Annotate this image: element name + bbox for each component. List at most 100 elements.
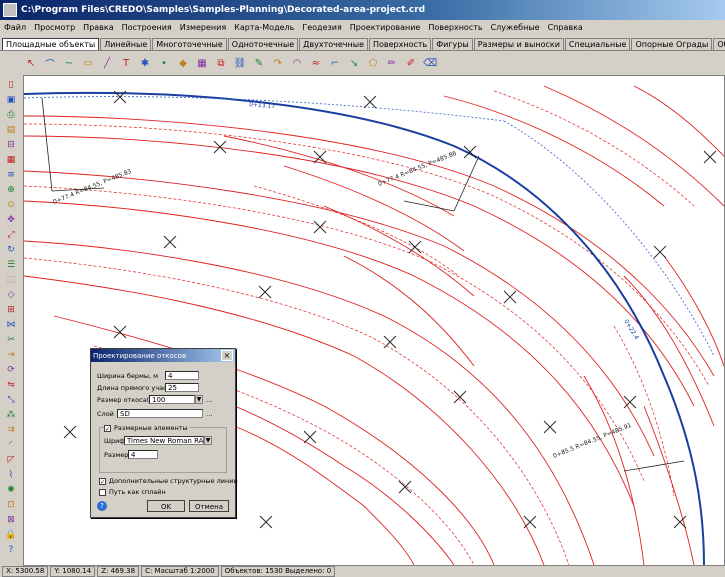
hatch-icon[interactable]: ▦ [195, 56, 209, 70]
measure-icon[interactable]: ⊟ [4, 138, 18, 151]
pen-icon[interactable]: ✎ [252, 56, 266, 70]
interval-input[interactable]: 25 [165, 383, 199, 392]
copy-icon[interactable]: ⧉ [214, 56, 228, 70]
polyline-icon[interactable]: ⌒ [43, 56, 57, 71]
slope-size-label: Размер откоса(ед), м [97, 395, 149, 404]
font-select[interactable]: Times New Roman RAI [124, 436, 204, 445]
break-icon[interactable]: ⌇ [4, 468, 18, 481]
size-input[interactable]: 4 [128, 450, 158, 459]
menu-item[interactable]: Карта-Модель [234, 23, 294, 32]
ungroup-icon[interactable]: ⊠ [4, 513, 18, 526]
fillet-icon[interactable]: ◜ [4, 438, 18, 451]
extend-icon[interactable]: ⇥ [4, 348, 18, 361]
tab-9[interactable]: Опорные Ограды [631, 38, 713, 50]
tab-8[interactable]: Специальные [564, 38, 631, 50]
menu-item[interactable]: Просмотр [34, 23, 75, 32]
new-icon[interactable]: ▯ [4, 78, 18, 91]
tab-6[interactable]: Фигуры [432, 38, 473, 50]
polygon-icon[interactable]: ⬠ [366, 56, 380, 70]
lock-icon[interactable]: 🔒 [4, 528, 18, 541]
explode-icon[interactable]: ✺ [4, 483, 18, 496]
tab-0[interactable]: Площадные объекты [2, 38, 100, 50]
fit-icon[interactable]: ⤢ [4, 228, 18, 241]
menu-item[interactable]: Поверхность [428, 23, 482, 32]
insert-icon[interactable]: ⊞ [4, 303, 18, 316]
open-icon[interactable]: ▤ [4, 123, 18, 136]
chainage-label: 0+77.4 R=84.55, P=485.83 [52, 168, 133, 206]
eraser-icon[interactable]: ⌫ [423, 56, 437, 70]
leader-icon[interactable]: ↘ [347, 56, 361, 70]
join-icon[interactable]: ⋈ [4, 318, 18, 331]
offset-icon[interactable]: ⇉ [4, 423, 18, 436]
snap-icon[interactable]: ⊕ [4, 183, 18, 196]
as-spline-checkbox[interactable] [99, 488, 106, 496]
menu-item[interactable]: Правка [83, 23, 113, 32]
help-icon[interactable]: ? [97, 501, 107, 511]
menu-item[interactable]: Геодезия [302, 23, 341, 32]
rectangle-icon[interactable]: ▭ [81, 56, 95, 70]
text-icon[interactable]: T [119, 56, 133, 70]
print-icon[interactable]: ⎙ [4, 108, 18, 121]
pan-icon[interactable]: ✥ [4, 213, 18, 226]
menu-item[interactable]: Файл [4, 23, 26, 32]
edge-icon[interactable]: ⌐ [328, 56, 342, 70]
tab-10[interactable]: Объекты ЖД [713, 38, 725, 50]
group-icon[interactable]: ⊡ [4, 498, 18, 511]
zoom-icon[interactable]: ⊙ [4, 198, 18, 211]
berm-width-input[interactable]: 4 [165, 371, 199, 380]
props-icon[interactable]: ☰ [4, 258, 18, 271]
mirror-icon[interactable]: ⇋ [4, 378, 18, 391]
dimension-elements-checkbox[interactable]: ✓ [104, 424, 111, 433]
tab-7[interactable]: Размеры и выноски [473, 38, 564, 50]
bend-icon[interactable]: ↷ [271, 56, 285, 70]
menu-item[interactable]: Справка [548, 23, 583, 32]
dialog-close-button[interactable]: × [221, 350, 233, 361]
link-icon[interactable]: ⛓ [233, 56, 247, 70]
array-icon[interactable]: ⁂ [4, 408, 18, 421]
cancel-button[interactable]: Отмена [189, 500, 229, 512]
layers-icon[interactable]: ≡ [4, 168, 18, 181]
rotate-icon[interactable]: ⟳ [4, 363, 18, 376]
refresh-icon[interactable]: ↻ [4, 243, 18, 256]
pencil-icon[interactable]: ✐ [404, 56, 418, 70]
font-dropdown[interactable]: ▼ [204, 436, 212, 445]
fill-icon[interactable]: ◆ [176, 56, 190, 70]
tab-5[interactable]: Поверхность [369, 38, 432, 50]
arc-icon[interactable]: ◠ [290, 56, 304, 70]
node-icon[interactable]: ◇ [4, 288, 18, 301]
tab-1[interactable]: Линейные [100, 38, 152, 50]
menu-item[interactable]: Измерения [180, 23, 226, 32]
layer-more-icon[interactable]: … [206, 410, 213, 418]
sketch-icon[interactable]: ✏ [385, 56, 399, 70]
slope-size-more-icon[interactable]: … [206, 396, 213, 404]
slope-size-input[interactable]: 100 [149, 395, 195, 404]
point-icon[interactable]: • [157, 56, 171, 70]
spline-icon[interactable]: ≈ [309, 56, 323, 70]
save-icon[interactable]: ▣ [4, 93, 18, 106]
status-field: C: Масштаб 1:2000 [141, 566, 219, 577]
grid-icon[interactable]: ▦ [4, 153, 18, 166]
help-icon[interactable]: ? [4, 543, 18, 556]
tab-3[interactable]: Одноточечные [227, 38, 299, 50]
size-label: Размер [104, 450, 129, 459]
chamfer-icon[interactable]: ◸ [4, 453, 18, 466]
trim-icon[interactable]: ✂ [4, 333, 18, 346]
layer-input[interactable]: SD [117, 409, 203, 418]
pointer-icon[interactable]: ↖ [24, 56, 38, 70]
tab-2[interactable]: Многоточечные [152, 38, 227, 50]
tab-4[interactable]: Двухточечные [299, 38, 368, 50]
status-field: X: 5300.58 [2, 566, 49, 577]
menu-item[interactable]: Проектирование [350, 23, 421, 32]
extra-lines-checkbox[interactable]: ✓ [99, 477, 106, 486]
symbol-icon[interactable]: ✱ [138, 56, 152, 70]
line-icon[interactable]: ╱ [100, 56, 114, 70]
interval-label: Длина прямого участка, м [97, 383, 165, 392]
curve-icon[interactable]: ∼ [62, 56, 76, 70]
slope-size-dropdown[interactable]: ▼ [195, 395, 203, 404]
scale-icon[interactable]: ⤡ [4, 393, 18, 406]
menu-item[interactable]: Служебные [491, 23, 540, 32]
select-icon[interactable]: ⬚ [4, 273, 18, 286]
menu-item[interactable]: Построения [122, 23, 172, 32]
ok-button[interactable]: OK [147, 500, 185, 512]
layer-label: Слой [97, 409, 114, 418]
